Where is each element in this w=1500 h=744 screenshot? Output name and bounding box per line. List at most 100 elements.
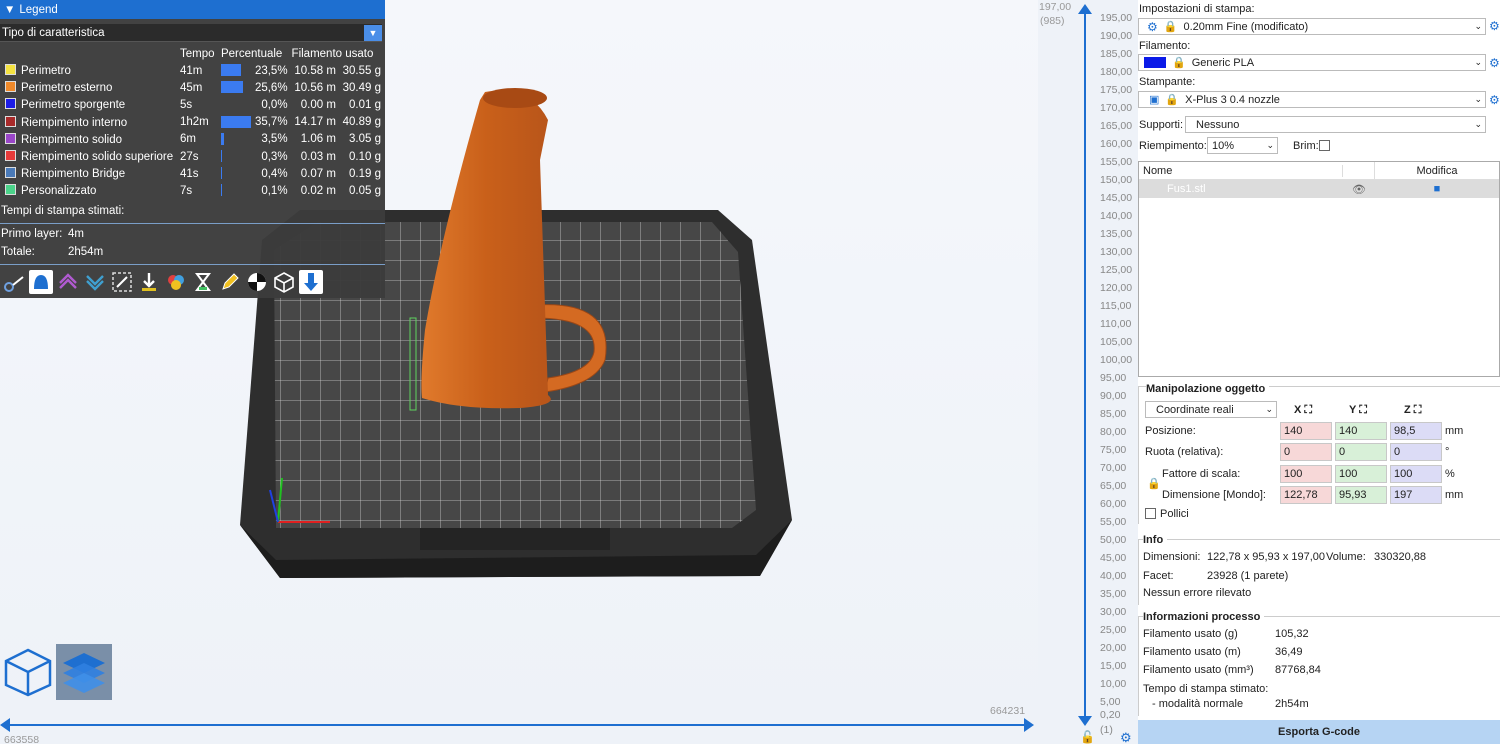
brim-label: Brim:	[1293, 140, 1319, 152]
brim-checkbox[interactable]	[1319, 140, 1330, 151]
position-y-input[interactable]: 140	[1335, 422, 1387, 440]
legend-row: Personalizzato 7s 0,1% 0.02 m 0.05 g	[0, 182, 383, 199]
color-changes-toggle[interactable]	[164, 270, 188, 294]
ruler-tick: 40,00	[1100, 570, 1127, 582]
legend-type-select[interactable]: Tipo di caratteristica ▼	[0, 24, 382, 42]
printer-select[interactable]: ▣ 🔒 X-Plus 3 0.4 nozzle ⌄	[1138, 91, 1486, 108]
export-gcode-button[interactable]: Esporta G-code	[1138, 720, 1500, 744]
legend-color-swatch	[5, 150, 16, 162]
legend-header[interactable]: ▼ Legend	[0, 0, 385, 19]
rotate-y-input[interactable]: 0	[1335, 443, 1387, 461]
axis-y-header[interactable]: Y ⛶	[1349, 404, 1367, 417]
size-x-input[interactable]: 122,78	[1280, 486, 1332, 504]
ruler-tick: 165,00	[1100, 120, 1133, 132]
fil-mm3-value: 87768,84	[1275, 664, 1321, 676]
supports-select[interactable]: Nessuno ⌄	[1185, 116, 1486, 133]
wipe-toggle[interactable]	[29, 270, 53, 294]
ruler-tick: 185,00	[1100, 48, 1133, 60]
view-layers-button[interactable]	[56, 644, 112, 700]
position-x-input[interactable]: 140	[1280, 422, 1332, 440]
object-row[interactable]: Fus1.stl 👁 ■	[1139, 180, 1499, 198]
collapse-triangle-icon[interactable]: ▼	[4, 4, 15, 16]
vertical-layer-slider[interactable]: 195,00 190,00 185,00 180,00 175,00 170,00 165,…	[1040, 0, 1136, 744]
travel-toggle[interactable]	[2, 270, 26, 294]
rotate-z-input[interactable]: 0	[1390, 443, 1442, 461]
size-y-input[interactable]: 95,93	[1335, 486, 1387, 504]
legend-item-name: Perimetro sporgente	[21, 99, 126, 112]
ruler-tick: 145,00	[1100, 192, 1133, 204]
legend-header-row: Tempo Percentuale Filamento usato	[0, 45, 383, 62]
wipe-icon	[34, 275, 48, 289]
custom-gcodes-toggle[interactable]	[218, 270, 242, 294]
axis-x-header[interactable]: X ⛶	[1294, 404, 1312, 417]
tool-marker-toggle[interactable]	[299, 270, 323, 294]
travel-icon	[4, 276, 24, 292]
seams-toggle[interactable]	[110, 270, 134, 294]
printer-edit-icon[interactable]: ⚙	[1489, 93, 1500, 107]
slider-right-handle[interactable]	[1024, 718, 1034, 732]
object-list[interactable]: Nome Modifica Fus1.stl 👁 ■	[1138, 161, 1500, 377]
horizontal-slider[interactable]	[5, 724, 1032, 726]
ruler-tick: 65,00	[1100, 480, 1127, 492]
position-z-input[interactable]: 98,5	[1390, 422, 1442, 440]
hourglass-icon	[195, 273, 211, 291]
print-settings-select[interactable]: ⚙ 🔒 0.20mm Fine (modificato) ⌄	[1138, 18, 1486, 35]
axis-z-header[interactable]: Z ⛶	[1404, 404, 1422, 417]
ruler-tick: 120,00	[1100, 282, 1133, 294]
ruler-tick: 90,00	[1100, 390, 1127, 402]
first-layer-time: 4m	[68, 227, 84, 240]
retractions-toggle[interactable]	[56, 270, 80, 294]
deretractions-toggle[interactable]	[83, 270, 107, 294]
scale-y-input[interactable]: 100	[1335, 465, 1387, 483]
ruler-bottom-handle[interactable]	[1078, 716, 1092, 726]
view-3d-button[interactable]	[0, 644, 56, 700]
pause-prints-toggle[interactable]	[191, 270, 215, 294]
legend-item: Perimetro esterno	[0, 79, 178, 96]
legend-time: 7s	[180, 184, 193, 197]
shells-toggle[interactable]	[272, 270, 296, 294]
center-of-gravity-toggle[interactable]	[245, 270, 269, 294]
legend-grams: 0.05 g	[349, 184, 381, 197]
rotate-unit: °	[1445, 446, 1450, 458]
fil-m-label: Filamento usato (m)	[1143, 646, 1241, 658]
list-col-edit[interactable]: Modifica	[1375, 165, 1499, 177]
coord-mode-select[interactable]: Coordinate reali ⌄	[1145, 401, 1277, 418]
ruler-tick: 55,00	[1100, 516, 1127, 528]
legend-item-name: Perimetro	[21, 65, 71, 78]
eye-icon[interactable]: 👁	[1343, 183, 1375, 196]
legend-toolbar	[0, 266, 385, 298]
object-name: Fus1.stl	[1167, 183, 1206, 195]
inches-checkbox[interactable]	[1145, 508, 1156, 519]
scale-z-input[interactable]: 100	[1390, 465, 1442, 483]
legend-color-swatch	[5, 64, 16, 76]
legend-bar-cell	[219, 62, 253, 79]
infill-select[interactable]: 10% ⌄	[1207, 137, 1278, 154]
legend-color-swatch	[5, 184, 16, 196]
print-time-label: Tempo di stampa stimato:	[1143, 683, 1269, 695]
legend-meters: 0.03 m	[300, 150, 336, 163]
rotate-x-input[interactable]: 0	[1280, 443, 1332, 461]
legend-item: Riempimento Bridge	[0, 165, 178, 182]
ruler-lock-icon[interactable]: 🔓	[1080, 730, 1095, 744]
legend-meters: 0.00 m	[300, 98, 336, 111]
size-z-input[interactable]: 197	[1390, 486, 1442, 504]
tool-changes-toggle[interactable]	[137, 270, 161, 294]
ruler-top-handle[interactable]	[1078, 4, 1092, 14]
retractions-icon	[59, 273, 77, 289]
legend-row: Perimetro esterno 45m 25,6% 10.56 m 30.49 g	[0, 79, 383, 96]
ruler-settings-gear-icon[interactable]: ⚙	[1120, 730, 1132, 744]
scale-x-input[interactable]: 100	[1280, 465, 1332, 483]
list-col-name[interactable]: Nome	[1139, 164, 1343, 177]
filament-edit-icon[interactable]: ⚙	[1489, 56, 1500, 70]
scale-lock-icon[interactable]: 🔒	[1147, 477, 1161, 490]
ruler-tick: 100,00	[1100, 354, 1133, 366]
dropdown-arrow-icon[interactable]: ▼	[364, 24, 382, 41]
print-settings-edit-icon[interactable]: ⚙	[1489, 19, 1500, 33]
legend-row: Riempimento interno 1h2m 35,7% 14.17 m 40.89…	[0, 114, 383, 131]
edit-object-icon[interactable]: ■	[1375, 183, 1499, 195]
filament-color-swatch[interactable]	[1144, 57, 1166, 68]
settings-gear-icon[interactable]: ⚙	[1147, 20, 1158, 34]
filament-select[interactable]: 🔒 Generic PLA ⌄	[1138, 54, 1486, 71]
slider-left-handle[interactable]	[0, 718, 10, 732]
legend-grams: 30.55 g	[342, 64, 381, 77]
